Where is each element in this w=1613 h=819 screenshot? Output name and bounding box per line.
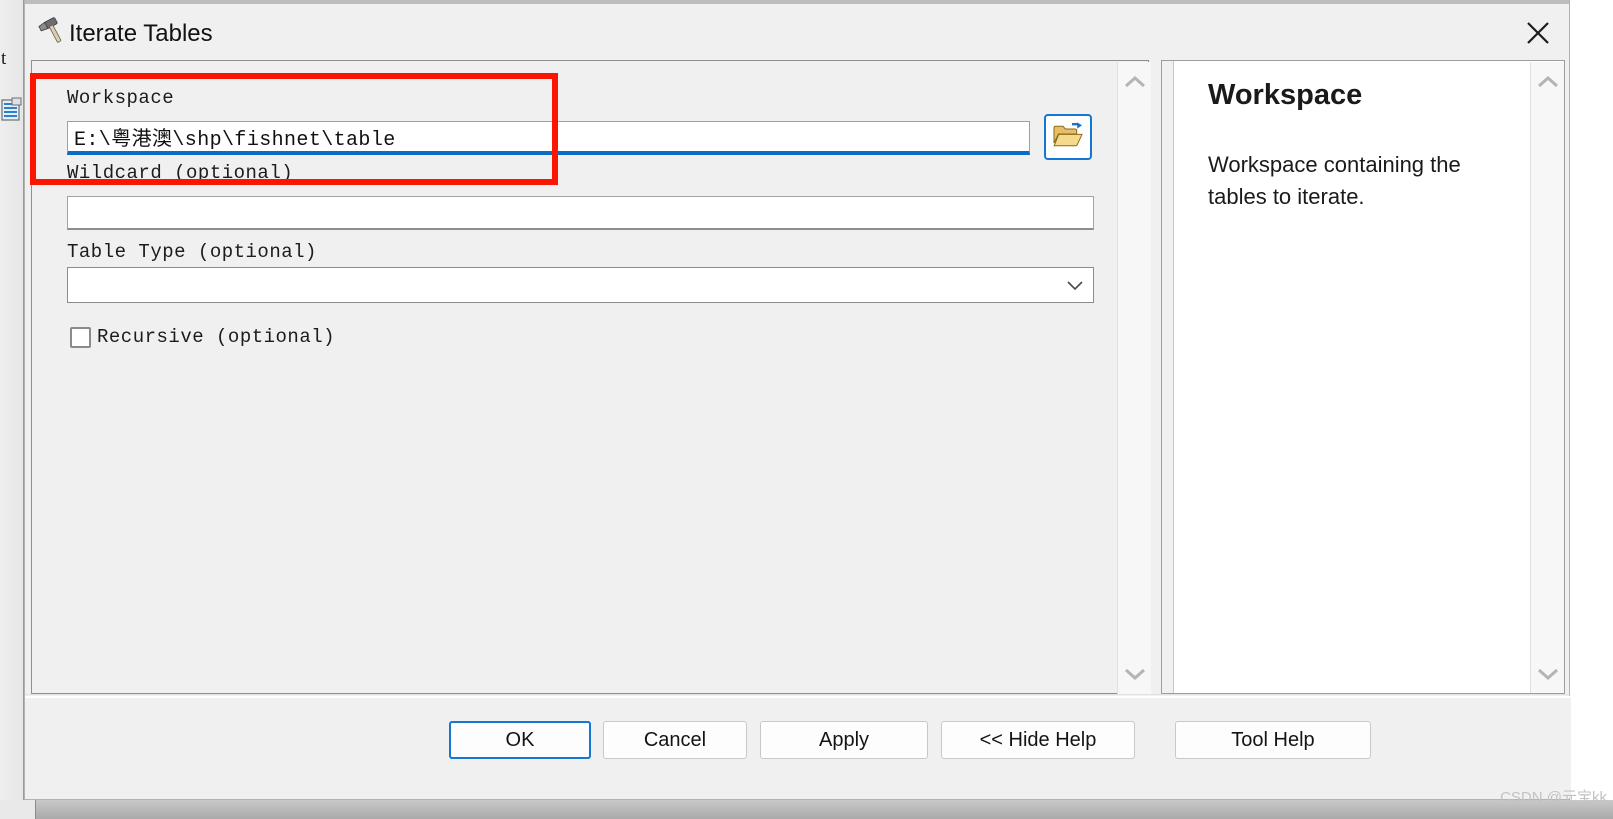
- chevron-up-icon[interactable]: [1118, 62, 1152, 102]
- parameters-scrollbar[interactable]: [1117, 62, 1151, 694]
- cancel-button[interactable]: Cancel: [603, 721, 747, 759]
- chevron-down-icon[interactable]: [1118, 654, 1152, 694]
- dialog-title: Iterate Tables: [69, 20, 213, 47]
- watermark: CSDN @元宝kk: [1500, 789, 1607, 806]
- dialog-titlebar: Iterate Tables: [25, 0, 1569, 60]
- background-bottom-bar: [0, 800, 1613, 819]
- workspace-browse-button[interactable]: [1044, 114, 1092, 160]
- wildcard-label: Wildcard (optional): [67, 162, 294, 184]
- hide-help-button[interactable]: << Hide Help: [941, 721, 1135, 759]
- help-title: Workspace: [1208, 79, 1363, 111]
- ok-button[interactable]: OK: [449, 721, 591, 759]
- background-text-fragment: t: [1, 48, 7, 69]
- background-right-area: [1570, 0, 1613, 800]
- recursive-checkbox-row[interactable]: Recursive (optional): [70, 326, 335, 348]
- apply-button[interactable]: Apply: [760, 721, 928, 759]
- help-pane-gutter: [1162, 61, 1174, 693]
- background-bottom-left-corner: [0, 800, 36, 819]
- workspace-input[interactable]: [67, 121, 1030, 155]
- table-type-label: Table Type (optional): [67, 241, 317, 263]
- recursive-checkbox[interactable]: [70, 326, 91, 348]
- parameters-pane: Workspace Wildcard (optional) Table Type…: [31, 60, 1151, 694]
- dialog-body: Workspace Wildcard (optional) Table Type…: [25, 60, 1571, 694]
- help-text: Workspace containing the tables to itera…: [1208, 152, 1461, 209]
- iterate-tables-dialog: Iterate Tables Workspace E:\粤港澳\shp\fish…: [24, 0, 1571, 800]
- help-pane: Workspace Workspace containing the table…: [1161, 60, 1565, 694]
- hammer-icon: [37, 17, 67, 47]
- tool-help-button[interactable]: Tool Help: [1175, 721, 1371, 759]
- chevron-down-icon: [1067, 279, 1083, 291]
- screenshot-root: t Iterate Tables Workspace E:\粤港澳\shp\fi…: [0, 0, 1613, 819]
- chevron-up-icon[interactable]: [1531, 62, 1564, 102]
- footer-separator: [25, 694, 1571, 695]
- dialog-footer: OK Cancel Apply << Hide Help Tool Help: [25, 696, 1571, 798]
- table-list-icon[interactable]: [1, 96, 23, 126]
- folder-open-arrow-icon: [1053, 121, 1083, 153]
- recursive-label: Recursive (optional): [97, 326, 336, 348]
- workspace-label: Workspace: [67, 87, 175, 109]
- table-type-dropdown[interactable]: [67, 267, 1094, 303]
- chevron-down-icon[interactable]: [1531, 654, 1564, 693]
- wildcard-input[interactable]: [67, 196, 1094, 230]
- background-left-toolbar: t: [0, 0, 24, 800]
- help-scrollbar[interactable]: [1530, 62, 1564, 693]
- close-icon[interactable]: [1507, 4, 1569, 62]
